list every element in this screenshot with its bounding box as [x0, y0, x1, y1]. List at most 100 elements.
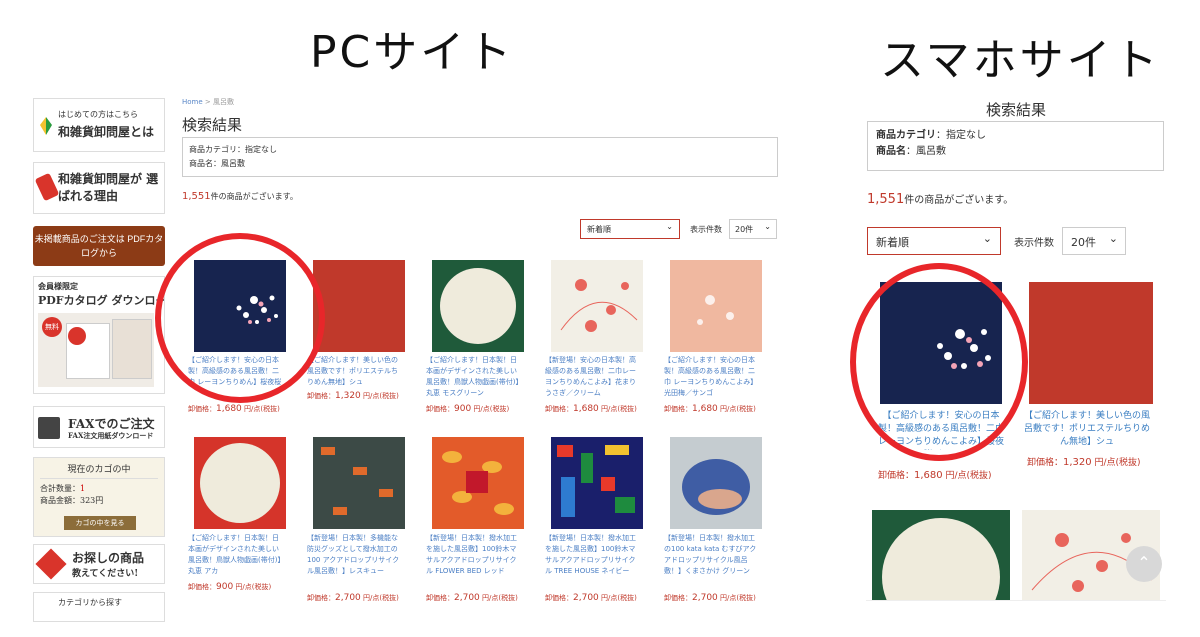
chevron-down-icon: ⌄ — [982, 232, 992, 245]
product-image[interactable] — [670, 260, 762, 352]
product-price: 卸価格：1,320 円/点(税抜) — [307, 391, 399, 401]
breadcrumb: Home > 風呂敷 — [182, 97, 234, 107]
price-prefix: 卸価格： — [188, 583, 216, 591]
product-title-link[interactable]: 【ご紹介します！日本製！日本画がデザインされた美しい風呂敷！鳥獣人物戯画(帯付)… — [188, 533, 284, 577]
pdf-order-banner[interactable]: 未掲載商品のご注文は PDFカタログから — [33, 226, 165, 266]
product-title-link[interactable]: 【ご紹介します！安心の日本製！高級感のある風呂敷！二巾 レーヨンちりめんこよみ】… — [664, 355, 760, 399]
product-title-link[interactable]: 【新登場！日本製！撥水加工の100 kata kata むすびアクアドロップリサ… — [664, 533, 760, 577]
sp-per-page-value: 20件 — [1071, 236, 1096, 249]
sp-per-page-select[interactable]: 20件 ⌄ — [1062, 227, 1126, 255]
pdf-catalog-banner[interactable]: 会員様限定 PDFカタログ ダウンロード 無料 — [33, 276, 165, 394]
chevron-down-icon: ⌄ — [764, 222, 771, 231]
result-count-number: 1,551 — [182, 191, 211, 202]
catalog-image: 無料 — [38, 313, 154, 387]
smartphone-site-heading: スマホサイト — [880, 35, 1161, 86]
sp-product-price: 卸価格：1,680 円/点(税抜) — [878, 468, 992, 481]
product-image[interactable] — [551, 260, 643, 352]
product-title-link[interactable]: 【新登場！日本製！撥水加工を施した風呂敷】100鈴木マサルアクアドロップリサイク… — [426, 533, 522, 577]
condition-category: 商品カテゴリ：指定なし — [189, 145, 277, 154]
product-price: 卸価格：1,680 円/点(税抜) — [188, 404, 280, 414]
sp-product-image[interactable] — [1029, 282, 1153, 404]
product-price: 卸価格：1,680 円/点(税抜) — [545, 404, 637, 414]
product-image[interactable] — [313, 437, 405, 529]
product-title-link[interactable]: 【新登場！安心の日本製！高級感のある風呂敷！二巾レーヨンちりめんこよみ】花まりう… — [545, 355, 641, 399]
price-prefix: 卸価格： — [307, 594, 335, 602]
product-image[interactable] — [432, 260, 524, 352]
price-prefix: 卸価格： — [1027, 458, 1064, 468]
price-prefix: 卸価格： — [426, 594, 454, 602]
price-value: 1,680 — [692, 404, 718, 414]
sort-select[interactable]: 新着順 ⌄ — [580, 219, 680, 239]
beginner-leaf-icon — [40, 117, 52, 135]
price-value: 1,680 — [573, 404, 599, 414]
sp-condition-category-value: ：指定なし — [936, 130, 986, 141]
product-title-link[interactable]: 【新登場！日本製！撥水加工を施した風呂敷】100鈴木マサルアクアドロップリサイク… — [545, 533, 641, 577]
product-price: 卸価格：2,700 円/点(税抜) — [426, 593, 518, 603]
product-price: 卸価格：900 円/点(税抜) — [188, 582, 271, 592]
cart-qty-label: 合計数量： — [40, 484, 80, 493]
product-image[interactable] — [432, 437, 524, 529]
product-title-link[interactable]: 【新登場！日本製！多機能な防災グッズとして撥水加工の100 アクアドロップリサイ… — [307, 533, 403, 577]
search-conditions: 商品カテゴリ：指定なし 商品名：風呂敷 — [182, 137, 778, 177]
price-suffix: 円/点(税抜) — [471, 405, 510, 413]
per-page-select[interactable]: 20件 ⌄ — [729, 219, 777, 239]
product-price: 卸価格：900 円/点(税抜) — [426, 404, 509, 414]
sp-result-count-number: 1,551 — [867, 192, 905, 207]
request-large-text: お探しの商品 — [72, 551, 145, 565]
price-prefix: 卸価格： — [307, 392, 335, 400]
price-suffix: 円/点(税抜) — [241, 405, 280, 413]
price-prefix: 卸価格： — [545, 405, 573, 413]
product-title-link[interactable]: 【ご紹介します！日本製！日本画がデザインされた美しい風呂敷！鳥獣人物戯画(帯付)… — [426, 355, 522, 399]
price-value: 2,700 — [573, 593, 599, 603]
sp-page-title: 検索結果 — [985, 101, 1046, 119]
price-suffix: 円/点(税抜) — [717, 405, 756, 413]
sp-condition-category-label: 商品カテゴリ — [876, 130, 936, 141]
chevron-down-icon: ⌄ — [666, 222, 673, 231]
price-prefix: 卸価格： — [426, 405, 454, 413]
price-prefix: 卸価格： — [188, 405, 216, 413]
sort-value: 新着順 — [587, 225, 611, 234]
sp-product-image[interactable] — [872, 510, 1010, 600]
request-banner[interactable]: お探しの商品 教えてください! — [33, 544, 165, 584]
price-suffix: 円/点(税抜) — [598, 594, 637, 602]
breadcrumb-current: 風呂敷 — [213, 98, 234, 106]
pc-site-heading: PCサイト — [310, 27, 515, 78]
price-suffix: 円/点(税抜) — [360, 594, 399, 602]
reason-text: 和雑貨卸問屋が 選ばれる理由 — [58, 172, 159, 203]
price-value: 900 — [216, 582, 234, 592]
product-image[interactable] — [194, 437, 286, 529]
price-value: 1,320 — [335, 391, 361, 401]
sp-product-price: 卸価格：1,320 円/点(税抜) — [1027, 455, 1141, 468]
page-title: 検索結果 — [182, 116, 243, 134]
breadcrumb-home[interactable]: Home — [182, 98, 203, 106]
beginner-guide-banner[interactable]: はじめての方はこちら 和雑貨卸問屋とは — [33, 98, 165, 152]
highlight-circle — [850, 263, 1028, 461]
sp-sort-select[interactable]: 新着順 ⌄ — [867, 227, 1001, 255]
sp-per-page-label: 表示件数 — [1014, 238, 1054, 249]
product-image[interactable] — [313, 260, 405, 352]
price-suffix: 円/点(税抜) — [360, 392, 399, 400]
price-value: 1,320 — [1063, 457, 1092, 468]
reason-banner[interactable]: 和雑貨卸問屋が 選ばれる理由 — [33, 162, 165, 214]
price-value: 1,680 — [914, 470, 943, 481]
price-prefix: 卸価格： — [664, 405, 692, 413]
product-price: 卸価格：1,680 円/点(税抜) — [664, 404, 756, 414]
product-image[interactable] — [670, 437, 762, 529]
fan-icon — [34, 172, 60, 202]
view-cart-button[interactable]: カゴの中を見る — [64, 516, 136, 530]
category-search-text: カテゴリから探す — [58, 598, 122, 607]
cart-amount-label: 商品金額： — [40, 496, 80, 505]
fax-order-banner[interactable]: FAXでのご注文 FAX注文用紙ダウンロード — [33, 406, 165, 448]
crane-icon — [35, 548, 67, 580]
price-value: 1,680 — [216, 404, 242, 414]
price-value: 2,700 — [692, 593, 718, 603]
sp-product-title-link[interactable]: 【ご紹介します！美しい色の風呂敷です！ポリエステルちりめん無地】シュ — [1022, 410, 1152, 450]
fax-icon — [38, 417, 60, 439]
cart-qty: 1 — [80, 484, 86, 493]
beginner-small-text: はじめての方はこちら — [58, 110, 138, 119]
price-suffix: 円/点(税抜) — [1091, 458, 1141, 468]
scroll-to-top-button[interactable]: ⌃ — [1126, 546, 1162, 582]
product-image[interactable] — [551, 437, 643, 529]
sp-result-count-suffix: 件の商品がございます。 — [904, 195, 1014, 206]
category-search[interactable]: カテゴリから探す — [33, 592, 165, 622]
